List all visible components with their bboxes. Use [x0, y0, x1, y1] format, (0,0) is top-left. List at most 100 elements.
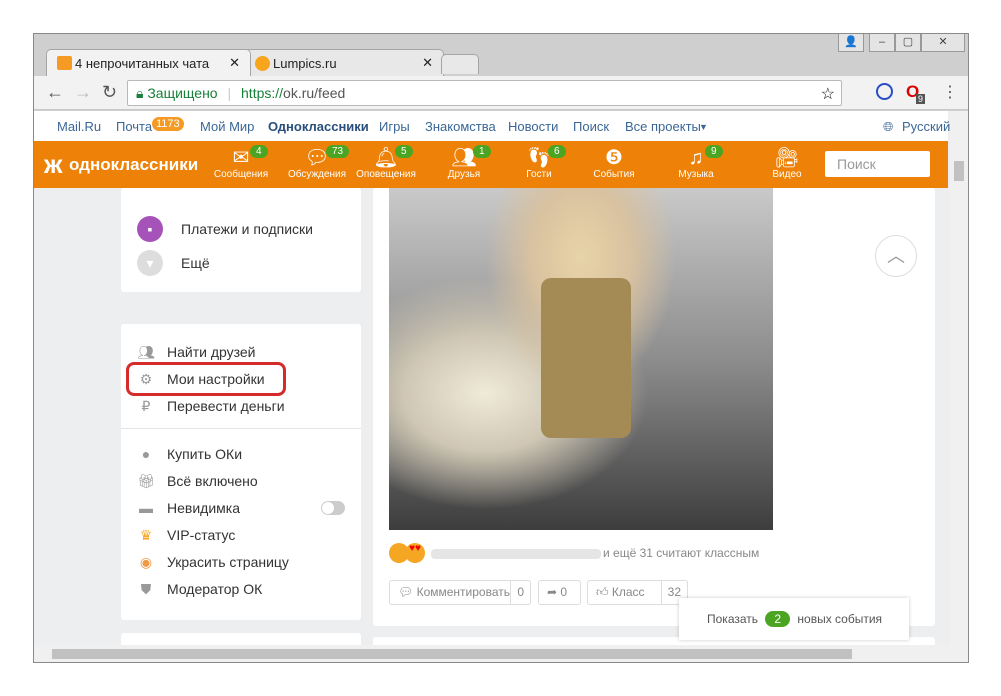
- new-events-popup[interactable]: Показать 2 новых события: [679, 598, 909, 640]
- sidebar-card-top: ▪ Платежи и подписки ▾ Ещё: [121, 188, 361, 292]
- invisible-toggle[interactable]: [321, 501, 345, 515]
- new-events-count: 2: [765, 611, 791, 627]
- language-selector[interactable]: Русский: [902, 119, 950, 134]
- link-games[interactable]: Игры: [379, 119, 410, 134]
- nav-badge: 73: [326, 145, 350, 158]
- tab-lumpics[interactable]: Lumpics.ru ✕: [244, 49, 444, 76]
- thumbs-up-icon: 👍︎: [596, 585, 609, 599]
- feed-post: ♥♥ и ещё 31 считают классным 💬︎ Комменти…: [373, 188, 935, 626]
- sidebar-item-decorate[interactable]: ◉ Украсить страницу: [137, 554, 289, 571]
- mail-count-badge: 1173: [152, 117, 184, 131]
- close-tab-icon[interactable]: ✕: [229, 55, 240, 71]
- nav-label: События: [593, 169, 635, 180]
- comment-count: 0: [510, 581, 530, 604]
- sidebar-item-moderator[interactable]: ⛊ Модератор ОК: [137, 581, 263, 598]
- wallet-icon: ▪: [137, 216, 163, 242]
- menu-icon[interactable]: ⋮: [942, 82, 958, 102]
- nav-video[interactable]: 🎥︎ Видео: [752, 147, 822, 180]
- sidebar-item-vip[interactable]: ♛ VIP-статус: [137, 527, 236, 544]
- link-moymir[interactable]: Мой Мир: [200, 119, 254, 134]
- love-reaction-icon: ♥♥: [405, 543, 425, 563]
- link-ok[interactable]: Одноклассники: [268, 119, 369, 134]
- reload-icon[interactable]: ↻: [102, 82, 117, 103]
- vertical-scrollbar[interactable]: [950, 111, 968, 645]
- star-icon[interactable]: ☆: [821, 84, 835, 104]
- nav-bell[interactable]: 🔔︎ Оповещения 5: [351, 145, 421, 180]
- address-bar[interactable]: 🔒︎ Защищено | https://ok.ru/feed ☆: [127, 80, 842, 106]
- likes-text: и ещё 31 считают классным: [603, 546, 760, 560]
- sidebar-item-transfer[interactable]: ₽ Перевести деньги: [137, 398, 285, 415]
- new-events-prefix: Показать: [707, 612, 759, 626]
- chevron-down-icon: ▼: [699, 122, 708, 132]
- orange-icon: [255, 56, 270, 71]
- nav-label: Друзья: [447, 169, 481, 180]
- sidebar-item-all-inclusive[interactable]: 🎁︎ Всё включено: [137, 473, 258, 490]
- comment-label: Комментировать: [416, 585, 510, 599]
- like-button[interactable]: 👍︎ Класс 32: [587, 580, 688, 605]
- link-dating[interactable]: Знакомства: [425, 119, 496, 134]
- link-mailru[interactable]: Mail.Ru: [57, 119, 101, 134]
- nav-badge: 5: [395, 145, 413, 158]
- coins-icon: ●: [141, 446, 151, 462]
- sidebar-item-label: Перевести деньги: [167, 398, 285, 414]
- forward-icon[interactable]: →: [74, 82, 92, 103]
- nav-badge: 1: [473, 145, 491, 158]
- sidebar-item-payments[interactable]: ▪ Платежи и подписки: [137, 216, 313, 242]
- palette-icon: ◉: [139, 554, 153, 570]
- toolbar: ← → ↻ 🔒︎ Защищено | https://ok.ru/feed ☆…: [34, 76, 968, 110]
- comment-button[interactable]: 💬︎ Комментировать 0: [389, 580, 531, 605]
- nav-label: Сообщения: [213, 169, 269, 180]
- phone-in-photo: [541, 278, 631, 438]
- sidebar-item-label: Ещё: [181, 255, 210, 271]
- nav-friends[interactable]: 👥︎ Друзья 1: [429, 145, 499, 180]
- share-button[interactable]: ➦ 0: [538, 580, 581, 605]
- link-mail[interactable]: Почта: [116, 119, 152, 134]
- events-icon: ❺: [605, 147, 623, 169]
- nav-envelope[interactable]: ✉ Сообщения 4: [206, 145, 276, 180]
- browser-window: 👤 – ▢ ✕ 4 непрочитанных чата ✕ Lumpics.r…: [33, 33, 969, 663]
- link-all-projects[interactable]: Все проекты: [625, 119, 701, 134]
- mailru-bar: Mail.Ru Почта 1173 Мой Мир Одноклассники…: [34, 111, 950, 141]
- scroll-top-button[interactable]: ︿: [875, 235, 917, 277]
- extension-badge: 9: [916, 94, 926, 104]
- url-divider: |: [227, 85, 232, 101]
- new-events-suffix: новых события: [797, 612, 883, 626]
- profile-button[interactable]: 👤: [838, 34, 864, 52]
- globe-extension-icon[interactable]: [876, 83, 893, 100]
- crown-icon: ♛: [139, 527, 153, 543]
- horizontal-scrollbar[interactable]: [34, 645, 968, 662]
- ok-logo-icon[interactable]: ж: [44, 149, 62, 180]
- video-icon: 🎥︎: [774, 147, 800, 169]
- nav-footprints[interactable]: 👣︎ Гости 6: [504, 145, 574, 180]
- sidebar-item-label: Купить ОКи: [167, 446, 243, 462]
- nav-label: Обсуждения: [287, 169, 347, 180]
- tab-ok[interactable]: 4 непрочитанных чата ✕: [46, 49, 251, 76]
- nav-chat[interactable]: 💬︎ Обсуждения 73: [282, 145, 352, 180]
- sidebar-item-find-friends[interactable]: 👥︎ Найти друзей: [137, 344, 255, 361]
- divider: [121, 428, 361, 429]
- highlight-box: [126, 362, 286, 396]
- shield-icon: ⛊: [140, 581, 152, 597]
- url: ok.ru/feed: [283, 85, 346, 101]
- close-tab-icon[interactable]: ✕: [422, 55, 433, 71]
- sidebar-item-label: VIP-статус: [167, 527, 236, 543]
- link-search[interactable]: Поиск: [573, 119, 609, 134]
- nav-music[interactable]: ♫ Музыка 9: [661, 145, 731, 180]
- sidebar-item-label: Модератор ОК: [167, 581, 263, 597]
- secure-label: Защищено: [147, 85, 218, 101]
- new-tab-button[interactable]: [441, 54, 479, 74]
- ok-logo-text[interactable]: одноклассники: [69, 155, 198, 175]
- sidebar-item-more[interactable]: ▾ Ещё: [137, 250, 210, 276]
- sidebar-item-buy-ok[interactable]: ● Купить ОКи: [137, 446, 242, 462]
- tab-title: Lumpics.ru: [273, 56, 337, 71]
- search-input[interactable]: Поиск: [825, 151, 930, 177]
- minimize-button[interactable]: –: [869, 34, 895, 52]
- close-window-button[interactable]: ✕: [921, 34, 965, 52]
- nav-events[interactable]: ❺ События: [579, 147, 649, 180]
- link-news[interactable]: Новости: [508, 119, 558, 134]
- sidebar-item-invisible[interactable]: ▬ Невидимка: [137, 500, 240, 516]
- maximize-button[interactable]: ▢: [895, 34, 921, 52]
- nav-badge: 6: [548, 145, 566, 158]
- sidebar-item-label: Украсить страницу: [167, 554, 289, 570]
- back-icon[interactable]: ←: [46, 82, 64, 103]
